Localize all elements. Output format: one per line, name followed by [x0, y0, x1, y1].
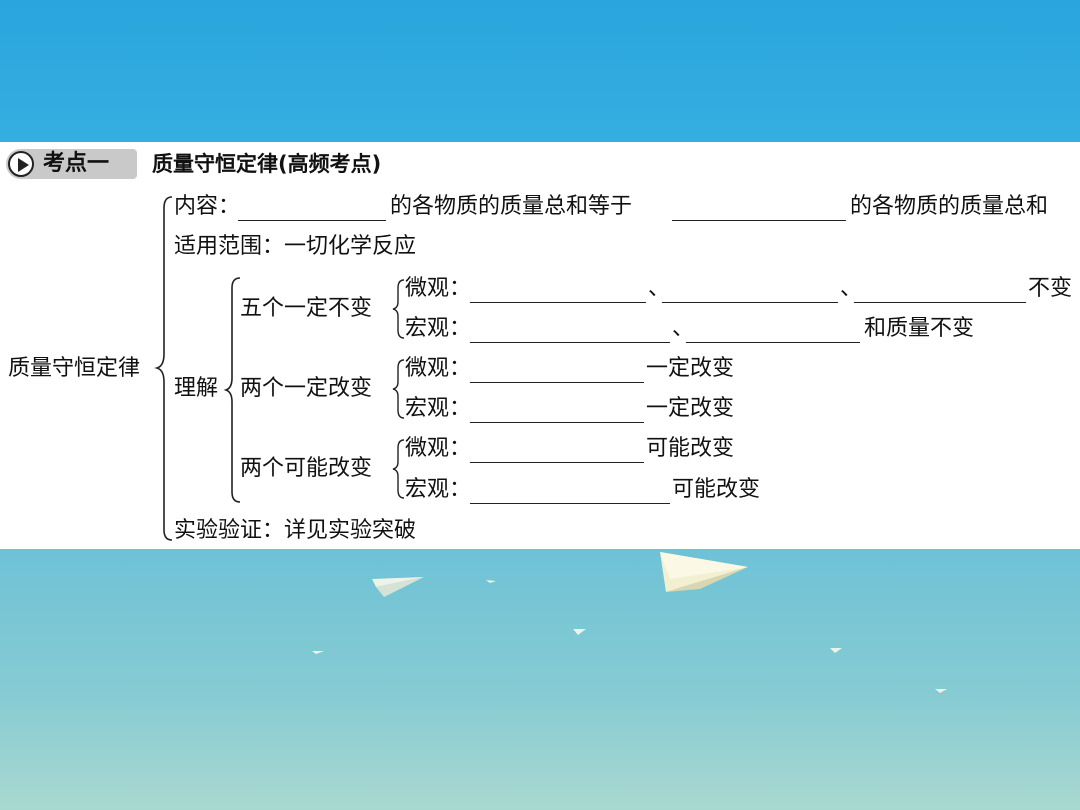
macro-label-3: 宏观： — [405, 477, 472, 502]
unchanged-text: 不变 — [1028, 276, 1073, 301]
bird-5 — [935, 689, 947, 693]
may-change-1: 可能改变 — [646, 436, 735, 461]
bottom-decoration — [0, 549, 1080, 810]
top-banner — [0, 0, 1080, 142]
micro-label-2: 微观： — [405, 356, 472, 381]
content-mid: 的各物质的质量总和等于 — [390, 194, 633, 219]
content-end: 的各物质的质量总和 — [850, 194, 1049, 219]
micro-label-1: 微观： — [405, 276, 472, 301]
blank-micro-2 — [662, 302, 838, 303]
bird-3 — [312, 651, 324, 654]
scope-text: 适用范围：一切化学反应 — [174, 234, 417, 259]
two-possible-label: 两个可能改变 — [240, 456, 373, 481]
bird-2 — [573, 629, 586, 635]
must-change-2: 一定改变 — [646, 396, 735, 421]
verify-text: 实验验证：详见实验突破 — [174, 518, 417, 543]
main-brace — [154, 196, 173, 541]
blank-macro-2 — [686, 342, 860, 343]
sep-2: 、 — [840, 276, 863, 301]
paper-plane-large — [660, 552, 748, 592]
must-change-1: 一定改变 — [646, 356, 735, 381]
understand-label: 理解 — [174, 376, 219, 401]
blank-macro-1 — [470, 342, 670, 343]
content-label: 内容： — [174, 194, 241, 219]
blank-micro-change — [470, 382, 644, 383]
two-possible-brace — [392, 439, 405, 499]
bird-1 — [486, 580, 496, 583]
two-change-label: 两个一定改变 — [240, 376, 373, 401]
sep-3: 、 — [672, 316, 695, 341]
blank-micro-3 — [854, 302, 1026, 303]
understand-brace — [223, 277, 241, 503]
paper-plane-small — [372, 577, 424, 597]
blank-reactants — [238, 220, 386, 221]
two-change-brace — [392, 359, 405, 419]
blank-macro-possible — [470, 503, 670, 504]
blank-micro-possible — [470, 462, 644, 463]
blank-macro-change — [470, 422, 644, 423]
macro-label-1: 宏观： — [405, 316, 472, 341]
paper-planes — [312, 552, 947, 693]
bird-4 — [830, 648, 842, 653]
may-change-2: 可能改变 — [672, 477, 761, 502]
sep-1: 、 — [648, 276, 671, 301]
five-brace — [392, 279, 405, 339]
macro-label-2: 宏观： — [405, 396, 472, 421]
mass-unchanged-text: 和质量不变 — [864, 316, 975, 341]
five-constant-label: 五个一定不变 — [240, 296, 373, 321]
blank-products — [672, 220, 846, 221]
slide-content: 考点一 质量守恒定律(高频考点) 质量守恒定律 内容： 的各物质的质量总和等于 … — [0, 142, 1080, 549]
root-topic: 质量守恒定律 — [8, 356, 141, 381]
blank-micro-1 — [470, 302, 646, 303]
micro-label-3: 微观： — [405, 436, 472, 461]
